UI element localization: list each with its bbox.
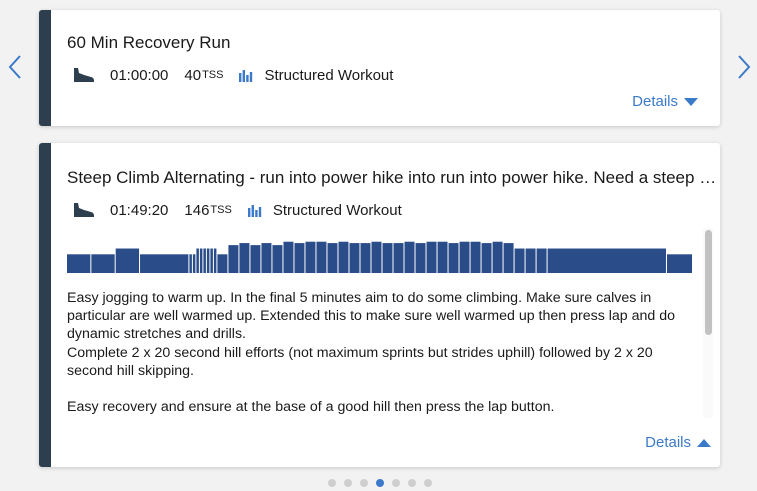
workout-step-bar[interactable] bbox=[250, 245, 261, 273]
workout-step-bar[interactable] bbox=[547, 248, 666, 273]
workout-step-bar[interactable] bbox=[91, 254, 115, 273]
workout-title[interactable]: 60 Min Recovery Run bbox=[67, 33, 707, 53]
workout-step-bar[interactable] bbox=[199, 248, 203, 273]
bar-chart-icon bbox=[239, 69, 253, 82]
workout-title[interactable]: Steep Climb Alternating - run into power… bbox=[67, 168, 717, 188]
tss-value: 40 bbox=[184, 66, 202, 84]
pager-dot[interactable] bbox=[360, 479, 368, 487]
previous-arrow-button[interactable] bbox=[5, 52, 25, 82]
workout-step-bar[interactable] bbox=[492, 241, 503, 273]
details-label: Details bbox=[645, 434, 691, 451]
workout-step-bar[interactable] bbox=[426, 241, 437, 273]
workout-step-bar[interactable] bbox=[189, 254, 192, 273]
workout-step-bar[interactable] bbox=[536, 248, 547, 273]
workout-description: Easy jogging to warm up. In the final 5 … bbox=[67, 289, 697, 419]
workout-step-bar[interactable] bbox=[283, 241, 294, 273]
workout-step-bar[interactable] bbox=[67, 254, 91, 273]
workout-step-bar[interactable] bbox=[206, 248, 210, 273]
workout-step-bar[interactable] bbox=[261, 243, 272, 273]
workout-step-bar[interactable] bbox=[192, 254, 196, 273]
workout-step-bar[interactable] bbox=[470, 241, 481, 273]
workout-step-bar[interactable] bbox=[327, 243, 338, 273]
workout-step-bar[interactable] bbox=[481, 243, 492, 273]
workout-type-label: Structured Workout bbox=[272, 201, 402, 219]
pager-dot[interactable] bbox=[392, 479, 400, 487]
workout-card[interactable]: Steep Climb Alternating - run into power… bbox=[39, 143, 720, 467]
running-shoe-icon bbox=[74, 203, 94, 217]
workout-step-bar[interactable] bbox=[239, 243, 250, 273]
pager-dot[interactable] bbox=[424, 479, 432, 487]
workout-step-bar[interactable] bbox=[210, 248, 213, 273]
workout-meta: 01:00:00 40 TSS Structured Workout bbox=[71, 66, 393, 84]
tss-value: 146 bbox=[184, 201, 210, 219]
workout-step-bar[interactable] bbox=[272, 245, 283, 273]
pager-dot[interactable] bbox=[376, 479, 384, 487]
workout-step-bar[interactable] bbox=[415, 243, 426, 273]
details-toggle-button[interactable]: Details bbox=[632, 93, 698, 110]
tss-unit: TSS bbox=[210, 204, 232, 216]
running-shoe-icon bbox=[74, 68, 94, 82]
workout-structure-graph[interactable] bbox=[67, 239, 693, 273]
workout-step-bar[interactable] bbox=[349, 243, 360, 273]
scrollbar-thumb[interactable] bbox=[705, 230, 712, 335]
workout-step-bar[interactable] bbox=[404, 241, 415, 273]
details-toggle-button[interactable]: Details bbox=[645, 434, 711, 451]
pager-dot[interactable] bbox=[408, 479, 416, 487]
workout-step-bar[interactable] bbox=[203, 248, 206, 273]
workout-step-bar[interactable] bbox=[115, 248, 140, 273]
workout-step-bar[interactable] bbox=[360, 243, 371, 273]
chevron-left-icon bbox=[8, 55, 21, 79]
workout-step-bar[interactable] bbox=[525, 248, 536, 273]
carousel-pager bbox=[328, 479, 432, 487]
workout-step-bar[interactable] bbox=[213, 248, 217, 273]
workout-step-bar[interactable] bbox=[196, 248, 199, 273]
description-paragraph: Complete 2 x 20 second hill efforts (not… bbox=[67, 344, 653, 379]
workout-type-label: Structured Workout bbox=[264, 66, 394, 84]
description-scrollbar[interactable] bbox=[703, 228, 713, 418]
workout-step-bar[interactable] bbox=[228, 245, 239, 273]
details-label: Details bbox=[632, 93, 678, 110]
workout-step-bar[interactable] bbox=[503, 243, 514, 273]
workout-step-bar[interactable] bbox=[393, 243, 404, 273]
workout-step-bar[interactable] bbox=[371, 241, 382, 273]
workout-step-bar[interactable] bbox=[305, 241, 316, 273]
workout-step-bar[interactable] bbox=[294, 243, 305, 273]
workout-step-bar[interactable] bbox=[459, 241, 470, 273]
pager-dot[interactable] bbox=[328, 479, 336, 487]
workout-step-bar[interactable] bbox=[437, 241, 448, 273]
workout-step-bar[interactable] bbox=[666, 254, 692, 273]
workout-step-bar[interactable] bbox=[316, 241, 327, 273]
workout-step-bar[interactable] bbox=[382, 243, 393, 273]
workout-step-bar[interactable] bbox=[448, 243, 459, 273]
next-arrow-button[interactable] bbox=[734, 52, 754, 82]
workout-step-bar[interactable] bbox=[217, 254, 228, 273]
bar-chart-icon bbox=[247, 204, 262, 217]
workout-step-bar[interactable] bbox=[338, 241, 349, 273]
caret-down-icon bbox=[684, 97, 698, 106]
pager-dot[interactable] bbox=[344, 479, 352, 487]
description-paragraph: Easy recovery and ensure at the base of … bbox=[67, 399, 555, 416]
workout-card[interactable]: 60 Min Recovery Run 01:00:00 40 TSS Stru… bbox=[39, 10, 720, 126]
workout-meta: 01:49:20 146 TSS Structured Workout bbox=[71, 201, 402, 219]
caret-up-icon bbox=[697, 438, 711, 447]
workout-duration: 01:00:00 bbox=[110, 66, 169, 84]
workout-step-bar[interactable] bbox=[514, 248, 525, 273]
workout-duration: 01:49:20 bbox=[110, 201, 169, 219]
chevron-right-icon bbox=[738, 55, 751, 79]
tss-unit: TSS bbox=[202, 69, 224, 81]
workout-step-bar[interactable] bbox=[140, 254, 189, 273]
description-paragraph: Easy jogging to warm up. In the final 5 … bbox=[67, 290, 676, 343]
